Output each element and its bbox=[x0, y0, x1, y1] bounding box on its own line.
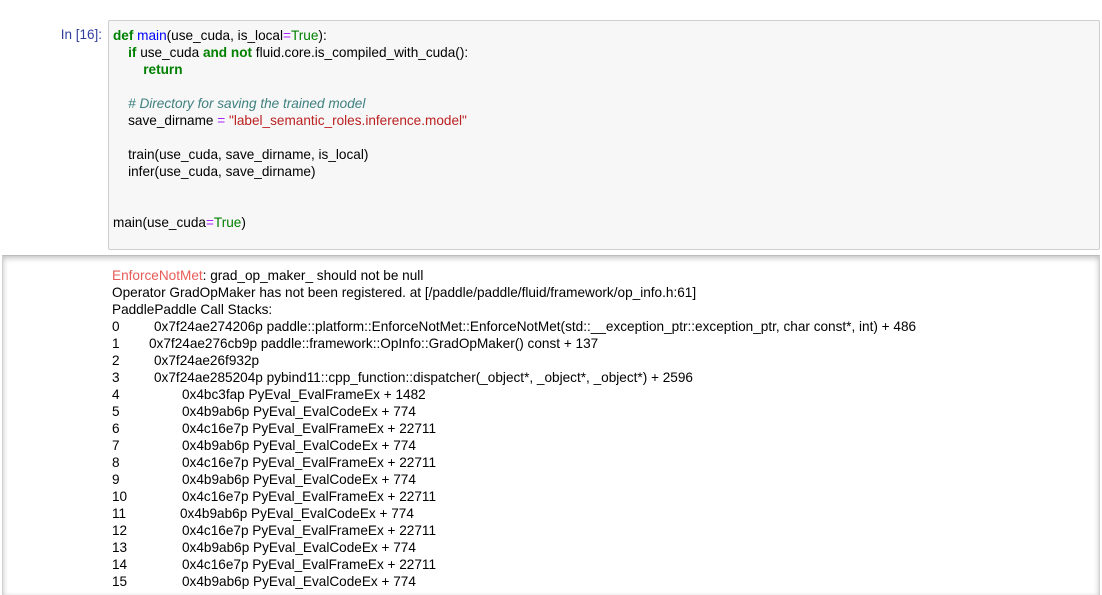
frame-text: 0x4c16e7p PyEval_EvalFrameEx + 22711 bbox=[182, 557, 437, 572]
frame-number: 13 bbox=[112, 540, 128, 555]
frame-text: 0x4bc3fap PyEval_EvalFrameEx + 1482 bbox=[182, 387, 426, 402]
stack-frame: 9 0x4b9ab6p PyEval_EvalCodeEx + 774 bbox=[112, 471, 696, 488]
code-token: True bbox=[213, 215, 242, 230]
frame-number: 7 bbox=[112, 438, 120, 453]
stack-frame: 3 0x7f24ae285204p pybind11::cpp_function:… bbox=[112, 369, 696, 386]
stack-frame: 6 0x4c16e7p PyEval_EvalFrameEx + 22711 bbox=[112, 420, 696, 437]
frame-text: 0x7f24ae274206p paddle::platform::Enforc… bbox=[154, 319, 917, 334]
code-token: = bbox=[283, 28, 291, 43]
error-traceback: EnforceNotMet: grad_op_maker_ should not… bbox=[112, 267, 916, 590]
frame-number: 14 bbox=[112, 557, 128, 572]
code-line[interactable]: def main(use_cuda, is_local=True): bbox=[113, 27, 468, 44]
stack-frame: 8 0x4c16e7p PyEval_EvalFrameEx + 22711 bbox=[112, 454, 696, 471]
stack-frame: 4 0x4bc3fap PyEval_EvalFrameEx + 1482 bbox=[112, 386, 696, 403]
code-token: not bbox=[230, 45, 253, 60]
code-token: # Directory for saving the trained model bbox=[128, 96, 366, 111]
code-token: main(use_cuda bbox=[113, 215, 206, 230]
frame-text: 0x4b9ab6p PyEval_EvalCodeEx + 774 bbox=[182, 404, 416, 419]
code-token: return bbox=[143, 62, 183, 77]
code-token: main bbox=[137, 28, 167, 43]
error-header: EnforceNotMet: grad_op_maker_ should not… bbox=[112, 267, 696, 284]
error-name: EnforceNotMet bbox=[112, 268, 203, 283]
code-line[interactable]: # Directory for saving the trained model bbox=[113, 95, 468, 112]
frame-text: 0x4b9ab6p PyEval_EvalCodeEx + 774 bbox=[182, 574, 416, 589]
frame-text: 0x4c16e7p PyEval_EvalFrameEx + 22711 bbox=[182, 421, 437, 436]
code-token: ): bbox=[318, 28, 327, 43]
error-message: : grad_op_maker_ should not be null bbox=[202, 268, 424, 283]
stack-frames: 0 0x7f24ae274206p paddle::platform::Enfor… bbox=[112, 318, 916, 590]
code-token: ) bbox=[241, 215, 246, 230]
frame-text: 0x7f24ae276cb9p paddle::framework::OpInf… bbox=[149, 336, 599, 351]
code-token: = bbox=[205, 215, 214, 230]
code-token: save_dirname bbox=[113, 113, 218, 128]
frame-number: 11 bbox=[112, 506, 127, 521]
stack-frame: 0 0x7f24ae274206p paddle::platform::Enfor… bbox=[112, 318, 916, 335]
stack-frame: 7 0x4b9ab6p PyEval_EvalCodeEx + 774 bbox=[112, 437, 696, 454]
code-token: use_cuda bbox=[136, 45, 203, 60]
frame-number: 3 bbox=[112, 370, 120, 385]
input-prompt: In [16]: bbox=[60, 27, 102, 42]
frame-number: 12 bbox=[112, 523, 128, 538]
code-line[interactable]: infer(use_cuda, save_dirname) bbox=[113, 163, 468, 180]
frame-number: 6 bbox=[112, 421, 120, 436]
code-line[interactable] bbox=[113, 129, 468, 146]
error-detail: Operator GradOpMaker has not been regist… bbox=[112, 285, 697, 300]
stack-frame: 12 0x4c16e7p PyEval_EvalFrameEx + 22711 bbox=[112, 522, 696, 539]
frame-text: 0x4b9ab6p PyEval_EvalCodeEx + 774 bbox=[180, 506, 414, 521]
frame-number: 1 bbox=[112, 336, 120, 351]
code-token: fluid.core.is_compiled_with_cuda(): bbox=[252, 45, 469, 60]
code-line[interactable]: train(use_cuda, save_dirname, is_local) bbox=[113, 146, 468, 163]
code-token: infer(use_cuda, save_dirname) bbox=[113, 164, 316, 179]
code-line[interactable] bbox=[113, 180, 468, 197]
stack-frame: 14 0x4c16e7p PyEval_EvalFrameEx + 22711 bbox=[112, 556, 696, 573]
frame-text: 0x4b9ab6p PyEval_EvalCodeEx + 774 bbox=[182, 438, 416, 453]
frame-number: 2 bbox=[112, 353, 120, 368]
stack-frame: 11 0x4b9ab6p PyEval_EvalCodeEx + 774 bbox=[112, 505, 696, 522]
code-line[interactable]: main(use_cuda=True) bbox=[113, 214, 468, 231]
frame-text: 0x4c16e7p PyEval_EvalFrameEx + 22711 bbox=[182, 489, 437, 504]
frame-number: 15 bbox=[112, 574, 128, 589]
code-token: (use_cuda, is_local bbox=[166, 28, 284, 43]
code-editor[interactable]: def main(use_cuda, is_local=True): if us… bbox=[108, 20, 1100, 250]
code-line[interactable]: return bbox=[113, 61, 468, 78]
frame-number: 4 bbox=[112, 387, 120, 402]
code-token: and bbox=[202, 45, 228, 60]
stack-frame: 5 0x4b9ab6p PyEval_EvalCodeEx + 774 bbox=[112, 403, 696, 420]
code-token: True bbox=[290, 28, 319, 43]
code-token: train(use_cuda, save_dirname, is_local) bbox=[113, 147, 369, 162]
frame-text: 0x4c16e7p PyEval_EvalFrameEx + 22711 bbox=[182, 455, 437, 470]
notebook-cell: In [16]: def main(use_cuda, is_local=Tru… bbox=[0, 0, 1102, 595]
code-token: "label_semantic_roles.inference.model" bbox=[229, 113, 467, 128]
frame-text: 0x4b9ab6p PyEval_EvalCodeEx + 774 bbox=[182, 540, 416, 555]
code-token: def bbox=[113, 28, 134, 43]
call-stacks-heading: PaddlePaddle Call Stacks: bbox=[112, 302, 273, 317]
frame-text: 0x7f24ae26f932p bbox=[154, 353, 260, 368]
stack-frame: 10 0x4c16e7p PyEval_EvalFrameEx + 22711 bbox=[112, 488, 696, 505]
stack-frame: 1 0x7f24ae276cb9p paddle::framework::OpIn… bbox=[112, 335, 696, 352]
stack-frame: 13 0x4b9ab6p PyEval_EvalCodeEx + 774 bbox=[112, 539, 696, 556]
frame-text: 0x4b9ab6p PyEval_EvalCodeEx + 774 bbox=[182, 472, 416, 487]
code-content[interactable]: def main(use_cuda, is_local=True): if us… bbox=[113, 27, 468, 231]
code-line[interactable] bbox=[113, 78, 468, 95]
frame-number: 5 bbox=[112, 404, 120, 419]
code-line[interactable] bbox=[113, 197, 468, 214]
stack-frame: 2 0x7f24ae26f932p bbox=[112, 352, 696, 369]
frame-number: 8 bbox=[112, 455, 120, 470]
output-area: EnforceNotMet: grad_op_maker_ should not… bbox=[2, 255, 1100, 595]
frame-text: 0x4c16e7p PyEval_EvalFrameEx + 22711 bbox=[182, 523, 437, 538]
code-line[interactable]: if use_cuda and not fluid.core.is_compil… bbox=[113, 44, 468, 61]
frame-text: 0x7f24ae285204p pybind11::cpp_function::… bbox=[154, 370, 693, 385]
stack-frame: 15 0x4b9ab6p PyEval_EvalCodeEx + 774 bbox=[112, 573, 696, 590]
frame-number: 10 bbox=[112, 489, 128, 504]
frame-number: 0 bbox=[112, 319, 120, 334]
code-line[interactable]: save_dirname = "label_semantic_roles.inf… bbox=[113, 112, 468, 129]
frame-number: 9 bbox=[112, 472, 120, 487]
